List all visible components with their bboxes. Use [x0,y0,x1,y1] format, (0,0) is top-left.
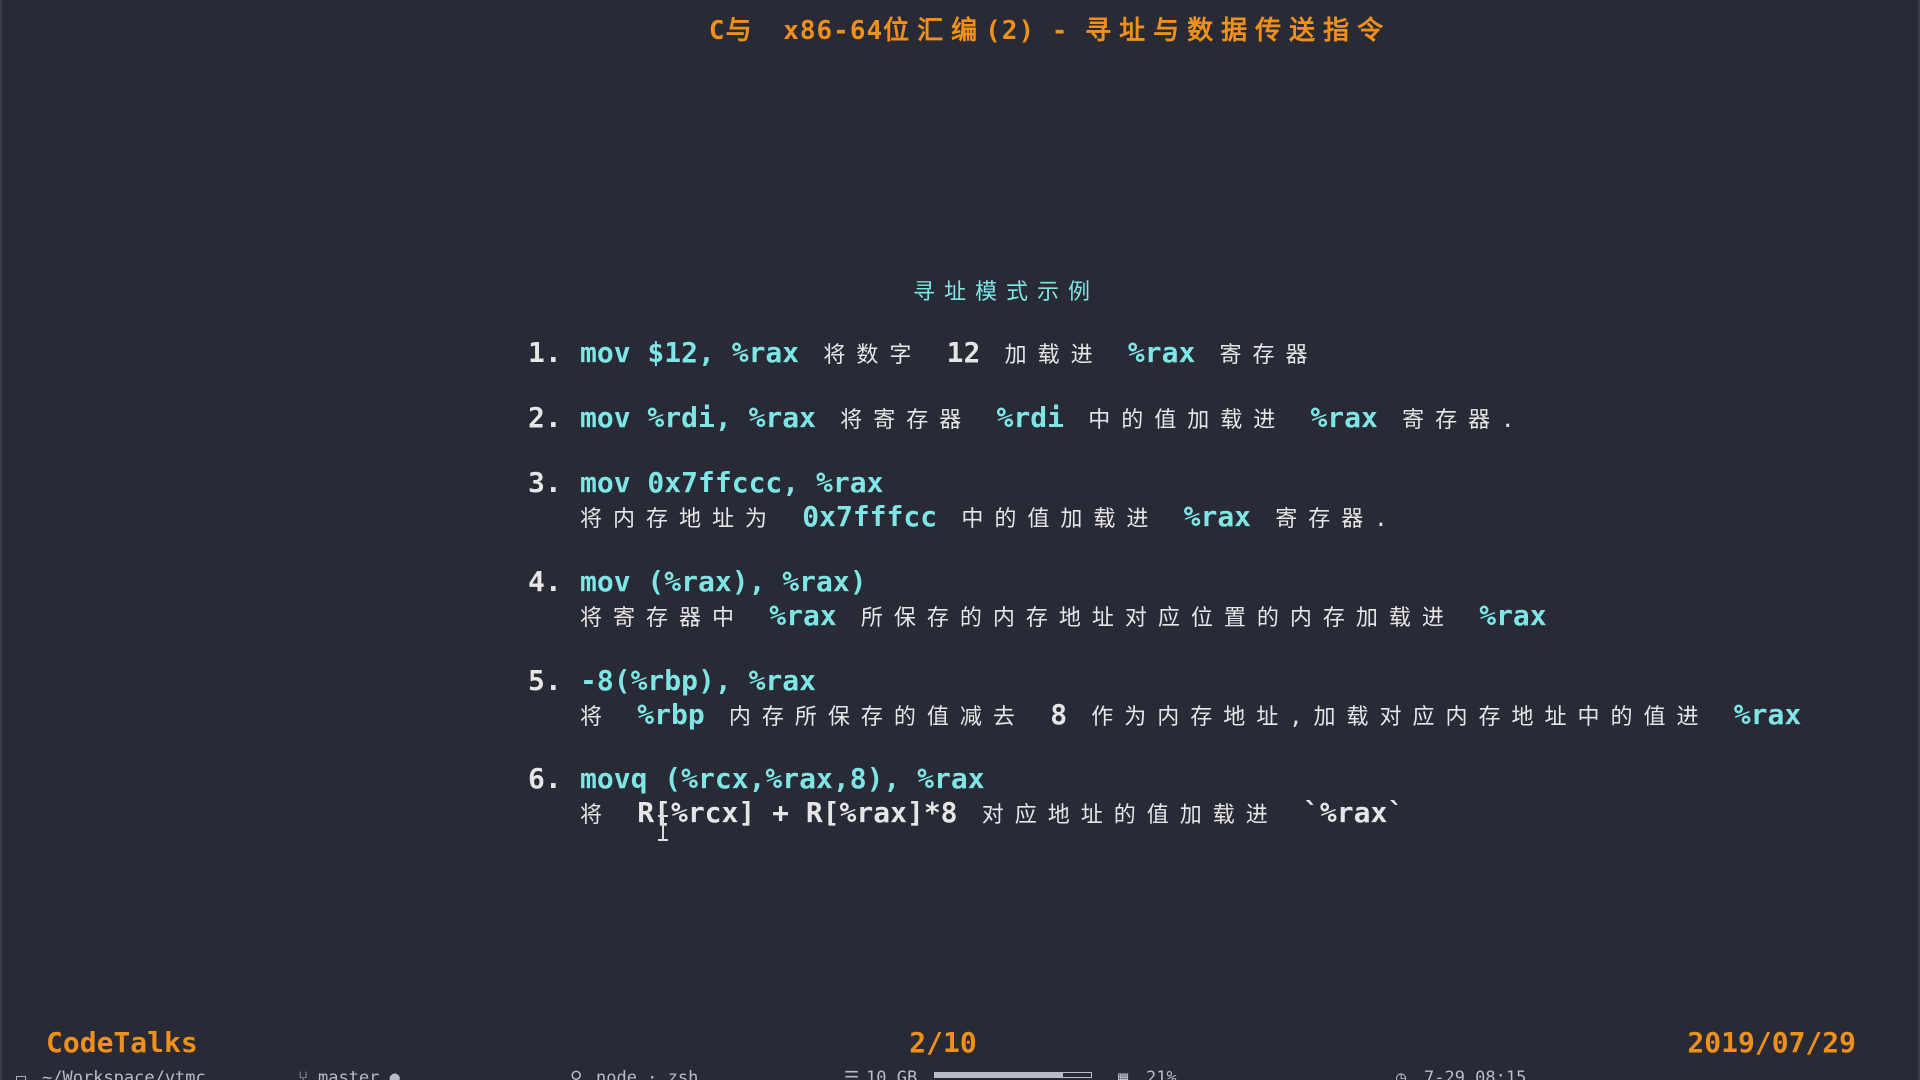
process-icon: ⚲ [570,1068,583,1080]
description-text: 将 [580,803,638,828]
item-number: 2. [528,401,562,434]
status-branch: master ● [318,1068,400,1080]
code-snippet: %rax [1310,401,1378,434]
description-text: 12 [946,336,981,369]
description-text: 中的值加载进 [1063,408,1311,433]
code-snippet: -8(%rbp), %rax [580,664,817,697]
title-part: x86-64 [783,16,884,46]
folder-icon: ▭ [16,1068,27,1080]
description-text: 所保存的内存地址对应位置的内存加载进 [836,606,1480,631]
description-text: 对应地址的值加载进 [957,803,1304,828]
code-snippet: %rdi [996,401,1064,434]
item-number: 4. [528,565,562,598]
status-cpu: 21% [1146,1068,1177,1080]
code-snippet: %rax [1183,500,1252,533]
description-text: 作为内存地址,加载对应内存地址中的值进 [1067,705,1734,730]
description-text: 8 [1050,698,1068,731]
code-snippet: %rax [769,599,837,632]
description-text: 将 [580,705,638,730]
clock-icon: ◷ [1396,1068,1407,1080]
code-snippet: mov $12, %rax [580,336,800,369]
memory-usage-bar [934,1072,1092,1078]
terminal-status-bar: ▭ ~/Workspace/vtmc ⑂ master ● ⚲ node · z… [0,1068,1920,1080]
description-text: 将寄存器 [816,408,997,433]
window-edge-left [0,0,2,1080]
status-time: 7-29 08:15 [1424,1068,1527,1080]
code-snippet: %rbp [637,698,705,731]
code-snippet: %rax [1127,336,1196,369]
status-memory: 10 GB [866,1068,918,1080]
title-part: 位汇编 [883,16,986,46]
title-part: (2) - [985,16,1086,46]
slide-header-title: C与 x86-64位汇编(2) - 寻址与数据传送指令 [0,10,1920,47]
list-item: 4. mov (%rax), %rax) [528,565,867,598]
title-part: C [708,16,726,46]
item-description: 将内存地址为 0x7fffcc 中的值加载进 %rax 寄存器. [580,500,1399,533]
description-text: R[%rcx] + R[%rax]*8 [637,796,958,829]
cpu-icon: ▦ [1118,1068,1129,1080]
code-snippet: mov (%rax), %rax) [580,565,867,598]
description-text: 寄存器. [1251,507,1399,532]
memory-icon: ☰ [844,1068,860,1080]
item-description: 将寄存器中 %rax 所保存的内存地址对应位置的内存加载进 %rax [580,599,1547,632]
description-text: `%rax` [1303,796,1405,829]
list-item: 2. mov %rdi, %rax 将寄存器 %rdi 中的值加载进 %rax 寄… [528,401,1525,434]
description-text: 将寄存器中 [580,606,770,631]
description-text: 寄存器. [1377,408,1526,433]
status-process: node · zsh [596,1068,699,1080]
item-number: 1. [528,336,562,369]
item-description: 将 %rbp 内存所保存的值减去 8 作为内存地址,加载对应内存地址中的值进 %… [580,698,1801,731]
code-snippet: %rax [1479,599,1547,632]
item-number: 3. [528,466,562,499]
code-snippet: movq (%rcx,%rax,8), %rax [580,762,985,795]
code-snippet: 0x7fffcc [802,500,938,533]
description-text: 中的值加载进 [937,507,1184,532]
memory-usage-fill [935,1073,1063,1077]
item-number: 5. [528,664,562,697]
title-part: 寻址与数据传送指令 [1085,16,1392,46]
description-text: 加载进 [980,343,1128,368]
footer-date: 2019/07/29 [1687,1026,1856,1059]
footer-page-number: 2/10 [909,1026,977,1059]
code-snippet: %rax [1733,698,1802,731]
code-snippet: mov 0x7ffccc, %rax [580,466,884,499]
description-text: 将数字 [799,343,947,368]
git-branch-icon: ⑂ [298,1068,309,1080]
text-cursor-icon [658,815,668,841]
description-text: 将内存地址为 [580,507,803,532]
title-part: 与 [725,16,784,46]
item-number: 6. [528,762,562,795]
item-description: 将 R[%rcx] + R[%rax]*8 对应地址的值加载进 `%rax` [580,796,1404,829]
slide-subtitle: 寻址模式示例 [912,280,1099,305]
list-item: 5. -8(%rbp), %rax [528,664,816,697]
description-text: 内存所保存的值减去 [704,705,1051,730]
list-item: 6. movq (%rcx,%rax,8), %rax [528,762,985,795]
list-item: 1. mov $12, %rax 将数字 12 加载进 %rax 寄存器 [528,336,1319,369]
description-text: 寄存器 [1195,343,1319,368]
code-snippet: mov %rdi, %rax [580,401,817,434]
list-item: 3. mov 0x7ffccc, %rax [528,466,883,499]
status-cwd: ~/Workspace/vtmc [42,1068,206,1080]
